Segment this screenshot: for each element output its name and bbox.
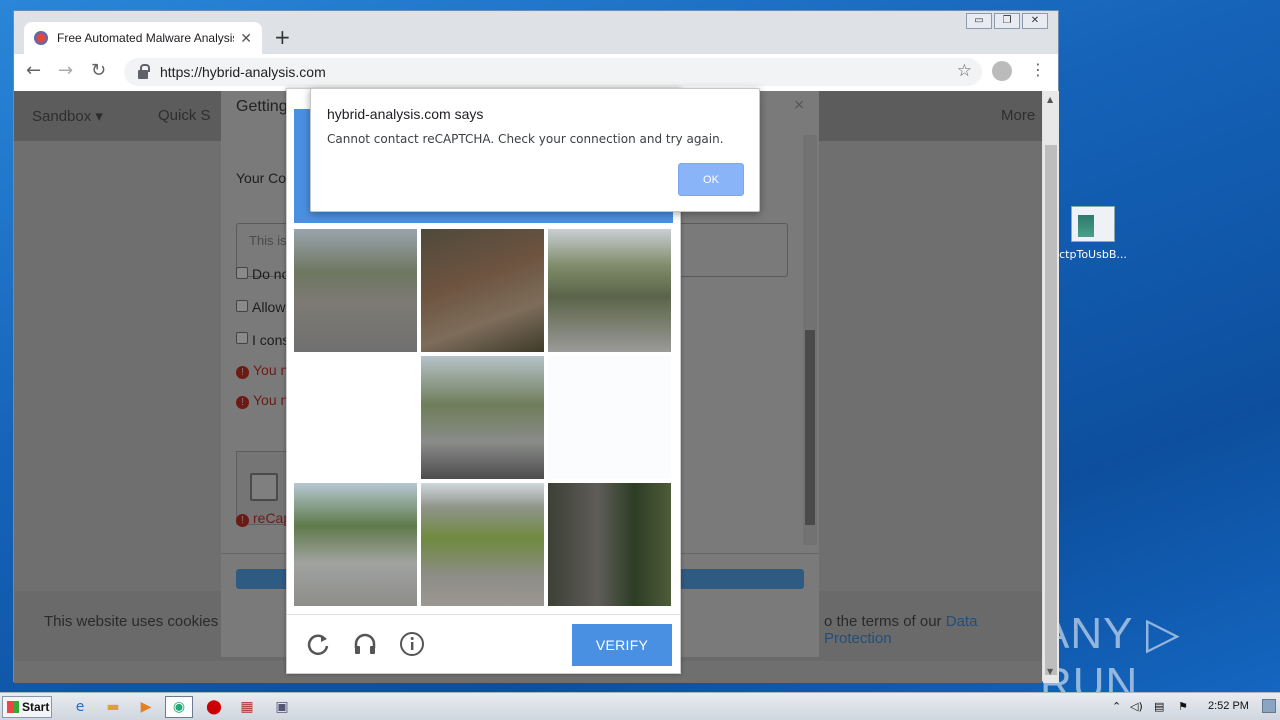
tab-close-icon[interactable]: ✕	[240, 30, 252, 47]
recaptcha-checkbox[interactable]	[250, 473, 278, 501]
winrar-icon[interactable]: ▦	[233, 696, 261, 718]
tab-title: Free Automated Malware Analysis S	[57, 31, 235, 45]
image-tile[interactable]	[294, 483, 417, 606]
browser-toolbar: ← → ↻ https://hybrid-analysis.com ☆ ⋮	[14, 54, 1058, 91]
new-tab-button[interactable]: +	[274, 25, 291, 49]
start-button[interactable]: Start	[2, 696, 52, 718]
network-icon[interactable]: ▤	[1154, 700, 1164, 713]
image-tile[interactable]	[421, 483, 544, 606]
modal-scroll-thumb[interactable]	[805, 330, 815, 525]
modal-title: Getting	[236, 98, 288, 115]
image-tile[interactable]	[548, 229, 671, 352]
modal-close-icon[interactable]: ×	[793, 97, 805, 113]
profile-avatar-icon[interactable]	[992, 61, 1012, 81]
document-icon	[1071, 206, 1115, 242]
browser-tab[interactable]: Free Automated Malware Analysis S ✕	[24, 22, 262, 54]
nav-sandbox[interactable]: Sandbox ▾	[32, 107, 103, 125]
ie-icon[interactable]: e	[66, 696, 94, 718]
minimize-button[interactable]: ▭	[966, 13, 992, 29]
image-tile[interactable]	[548, 356, 671, 479]
lock-icon	[138, 63, 150, 79]
desktop-file-icon[interactable]: ctpToUsbB...	[1058, 206, 1128, 261]
error-message-1: ! You n	[236, 362, 288, 379]
error-icon: !	[236, 514, 249, 527]
bookmark-star-icon[interactable]: ☆	[957, 61, 972, 81]
maximize-button[interactable]: ❐	[994, 13, 1020, 29]
page-scroll-thumb[interactable]	[1045, 145, 1057, 675]
recaptcha-error: ! reCap	[236, 510, 291, 527]
back-icon[interactable]: ←	[26, 60, 41, 81]
browser-menu-icon[interactable]: ⋮	[1030, 60, 1046, 79]
desktop-icon-label: ctpToUsbB...	[1059, 248, 1127, 261]
opera-icon[interactable]: ⬤	[200, 696, 228, 718]
reload-icon[interactable]	[305, 631, 331, 657]
headphones-icon[interactable]	[352, 631, 378, 657]
checkbox-allow[interactable]	[236, 300, 248, 312]
cookie-text-right: o the terms of our Data Protection	[824, 613, 978, 647]
challenge-footer: VERIFY	[287, 614, 680, 674]
checkbox-consent-label: I cons	[252, 332, 290, 348]
alert-message: Cannot contact reCAPTCHA. Check your con…	[327, 132, 724, 146]
textarea-placeholder: This is	[249, 233, 287, 248]
page-scrollbar[interactable]: ▲ ▼	[1043, 91, 1059, 683]
show-desktop-button[interactable]	[1262, 699, 1276, 713]
address-bar[interactable]: https://hybrid-analysis.com ☆	[124, 58, 982, 86]
scroll-down-icon[interactable]: ▼	[1047, 667, 1053, 676]
checkbox-do-not-label: Do no	[252, 266, 290, 282]
clock[interactable]: 2:52 PM	[1208, 700, 1249, 712]
volume-icon[interactable]: ◁)	[1130, 700, 1143, 713]
alert-ok-button[interactable]: OK	[678, 163, 744, 196]
checkbox-do-not[interactable]	[236, 267, 248, 279]
error-message-2: ! You n	[236, 392, 288, 409]
cookie-text-left: This website uses cookies to	[44, 613, 235, 630]
favicon-icon	[34, 31, 48, 45]
nav-quick-scan[interactable]: Quick S	[158, 107, 211, 124]
checkbox-consent[interactable]	[236, 332, 248, 344]
action-center-flag-icon[interactable]: ⚑	[1178, 700, 1188, 713]
image-tile[interactable]	[294, 356, 417, 479]
alert-title: hybrid-analysis.com says	[327, 106, 484, 122]
info-icon[interactable]	[399, 631, 425, 657]
error-icon: !	[236, 366, 249, 379]
taskbar: Start e ▬ ▶ ◉ ⬤ ▦ ▣ ⌃ ◁) ▤ ⚑ 2:52 PM	[0, 692, 1280, 720]
image-tile[interactable]	[421, 356, 544, 479]
alert-dialog: hybrid-analysis.com says Cannot contact …	[310, 88, 760, 212]
reload-icon[interactable]: ↻	[91, 60, 106, 81]
checkbox-allow-label: Allow	[252, 299, 286, 315]
close-window-button[interactable]: ✕	[1022, 13, 1048, 29]
verify-button[interactable]: VERIFY	[572, 624, 672, 666]
tray-expand-icon[interactable]: ⌃	[1112, 700, 1121, 713]
forward-icon[interactable]: →	[58, 60, 73, 81]
system-tray: ⌃ ◁) ▤ ⚑	[1104, 693, 1280, 720]
image-tile[interactable]	[421, 229, 544, 352]
image-tile[interactable]	[294, 229, 417, 352]
image-tile[interactable]	[548, 483, 671, 606]
media-player-icon[interactable]: ▶	[132, 696, 160, 718]
nav-more[interactable]: More	[1001, 107, 1035, 124]
error-icon: !	[236, 396, 249, 409]
scroll-up-icon[interactable]: ▲	[1047, 95, 1053, 104]
windows-logo-icon	[7, 701, 19, 713]
chrome-icon[interactable]: ◉	[165, 696, 193, 718]
explorer-folder-icon[interactable]: ▬	[99, 696, 127, 718]
app-window-icon[interactable]: ▣	[268, 696, 296, 718]
url-text: https://hybrid-analysis.com	[160, 64, 326, 80]
image-grid	[294, 229, 675, 609]
modal-scrollbar[interactable]	[803, 135, 817, 545]
window-controls: ▭ ❐ ✕	[966, 13, 1048, 29]
